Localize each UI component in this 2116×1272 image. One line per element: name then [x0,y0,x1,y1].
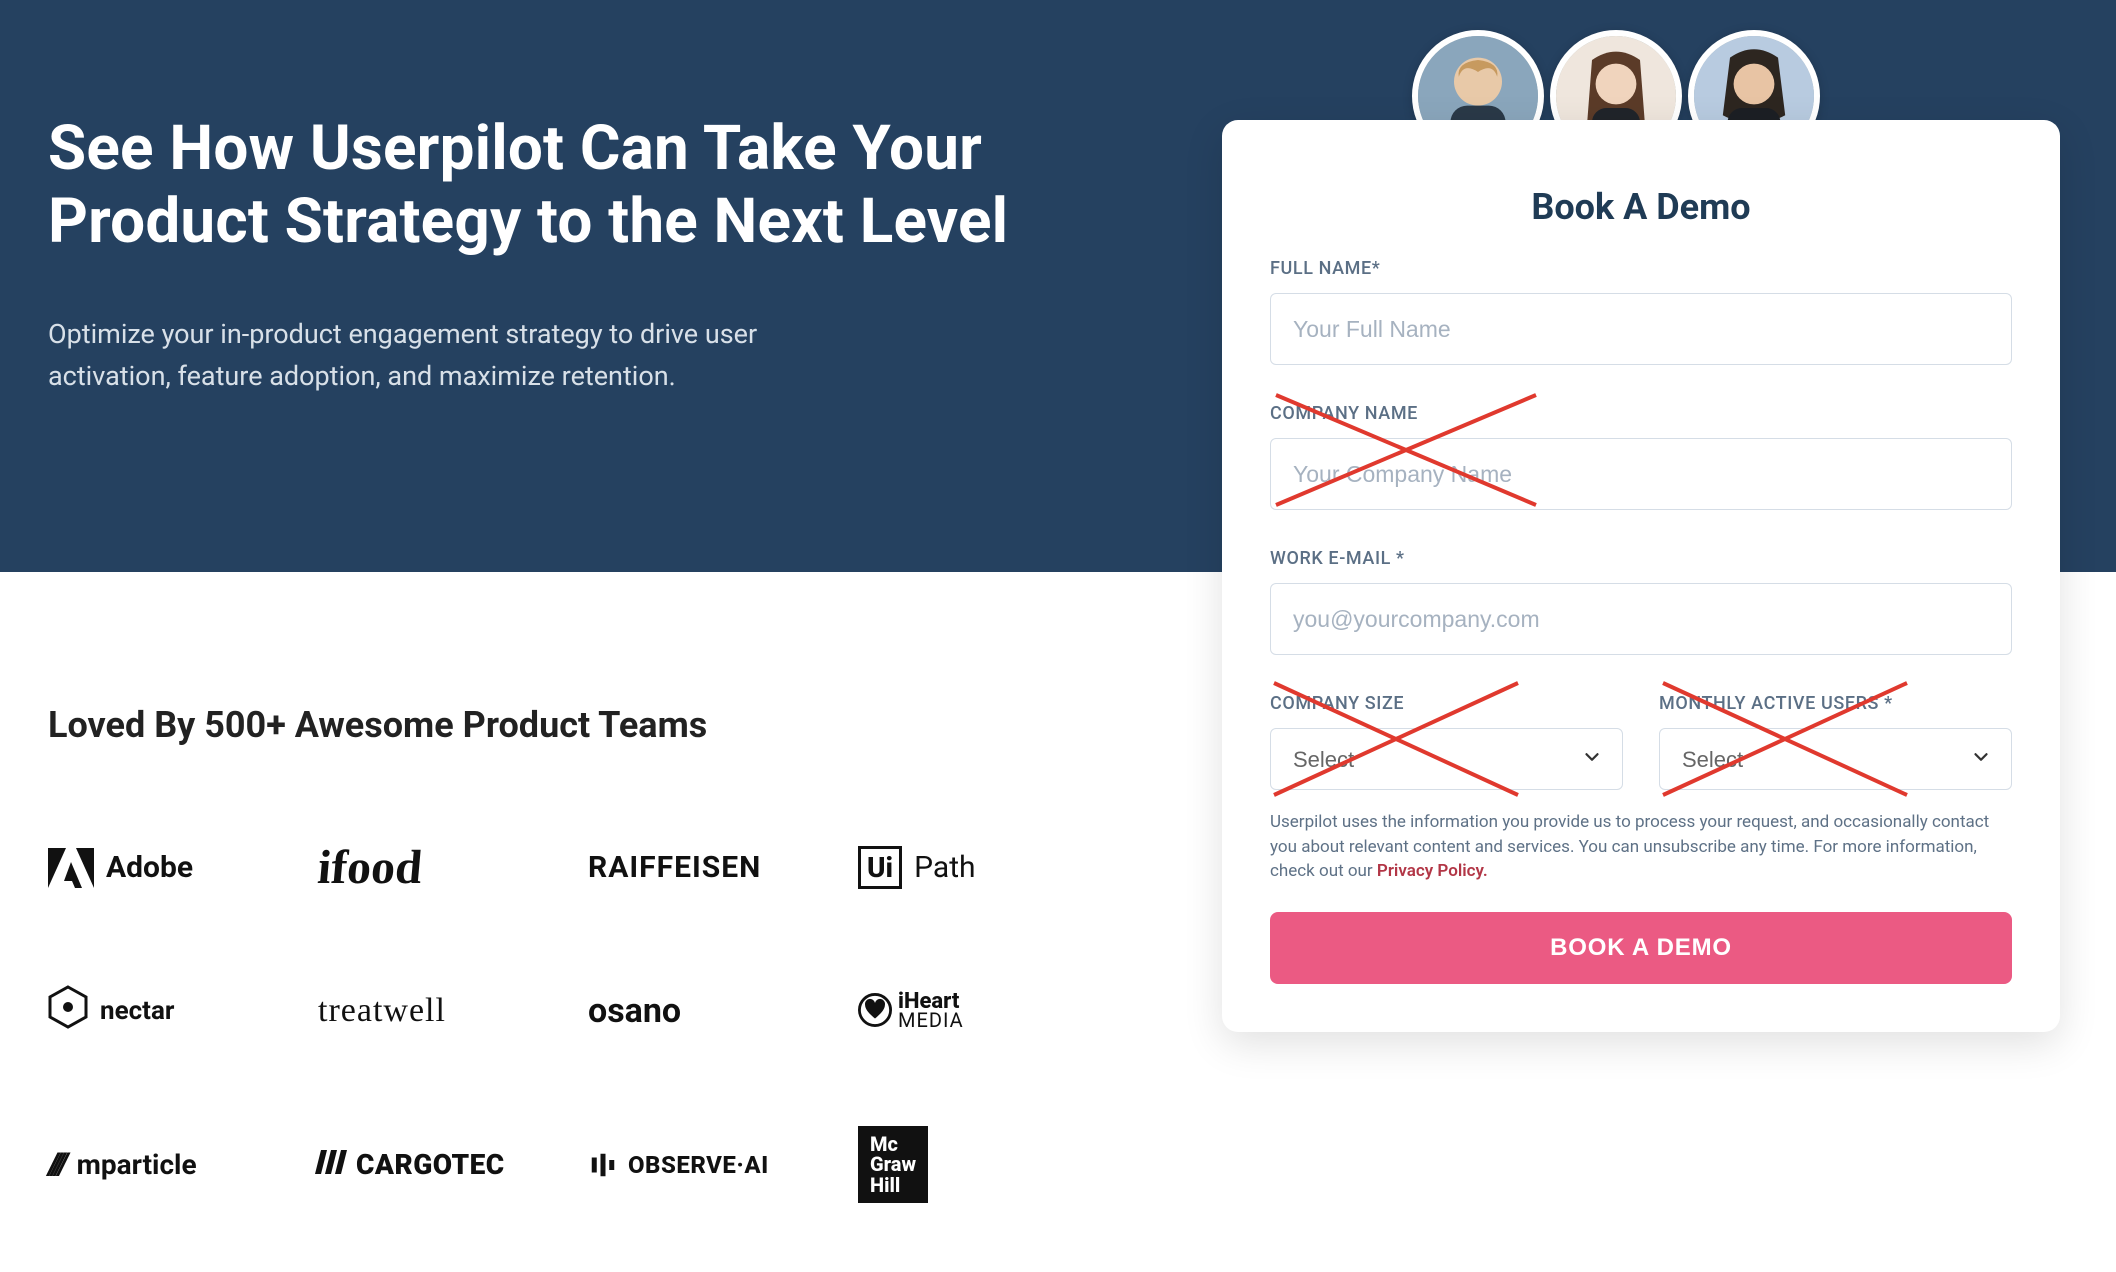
label-work-email: WORK E-MAIL * [1270,548,2012,569]
logo-osano: osano [588,991,848,1031]
logo-text: Adobe [106,850,193,885]
label-company-name: COMPANY NAME [1270,403,2012,424]
hero-subtitle: Optimize your in-product engagement stra… [48,314,878,398]
company-name-input[interactable] [1270,438,2012,510]
logo-text: OBSERVE·AI [628,1151,769,1179]
form-title: Book A Demo [1270,186,2012,228]
field-group-work-email: WORK E-MAIL * [1270,548,2012,655]
logo-iheart-media: iHeartMEDIA [858,992,1058,1030]
field-group-company-size: COMPANY SIZE Select [1270,693,1623,790]
label-mau: MONTHLY ACTIVE USERS * [1659,693,2012,714]
field-group-full-name: FULL NAME* [1270,258,2012,365]
mau-select[interactable]: Select [1659,728,2012,790]
disclosure-text: Userpilot uses the information you provi… [1270,810,2012,884]
logo-text: CARGOTEC [356,1148,505,1181]
logo-text: RAIFFEISEN [588,850,761,885]
logo-text: mparticle [77,1148,197,1181]
full-name-input[interactable] [1270,293,2012,365]
logo-text: treatwell [318,992,446,1030]
company-size-select[interactable]: Select [1270,728,1623,790]
field-group-company-name: COMPANY NAME [1270,403,2012,510]
logo-grid: Adobe ifood RAIFFEISEN UiPath nectar tre… [48,840,1058,1203]
logo-nectar: nectar [48,985,308,1036]
logo-mcgraw-hill: McGrawHill [858,1126,1058,1203]
logo-cargotec: CARGOTEC [318,1148,578,1181]
hero-content: See How Userpilot Can Take Your Product … [48,112,1068,398]
logo-text: osano [588,991,681,1031]
logo-text: ifood [316,840,425,895]
logo-adobe: Adobe [48,848,308,888]
privacy-policy-link[interactable]: Privacy Policy. [1377,861,1488,881]
logo-text: nectar [100,996,174,1026]
demo-form-card: Book A Demo FULL NAME* COMPANY NAME WORK… [1222,120,2060,1032]
logo-ifood: ifood [318,840,578,895]
hero-title: See How Userpilot Can Take Your Product … [48,112,1068,258]
label-company-size: COMPANY SIZE [1270,693,1623,714]
logo-treatwell: treatwell [318,992,578,1030]
logo-mparticle: //// mparticle [48,1147,308,1182]
field-group-monthly-active-users: MONTHLY ACTIVE USERS * Select [1659,693,2012,790]
logo-uipath: UiPath [858,846,1058,889]
logo-raiffeisen: RAIFFEISEN [588,850,848,885]
book-demo-button[interactable]: BOOK A DEMO [1270,912,2012,984]
social-proof-heading: Loved By 500+ Awesome Product Teams [48,704,707,746]
work-email-input[interactable] [1270,583,2012,655]
label-full-name: FULL NAME* [1270,258,2012,279]
logo-observe-ai: OBSERVE·AI [588,1150,848,1180]
